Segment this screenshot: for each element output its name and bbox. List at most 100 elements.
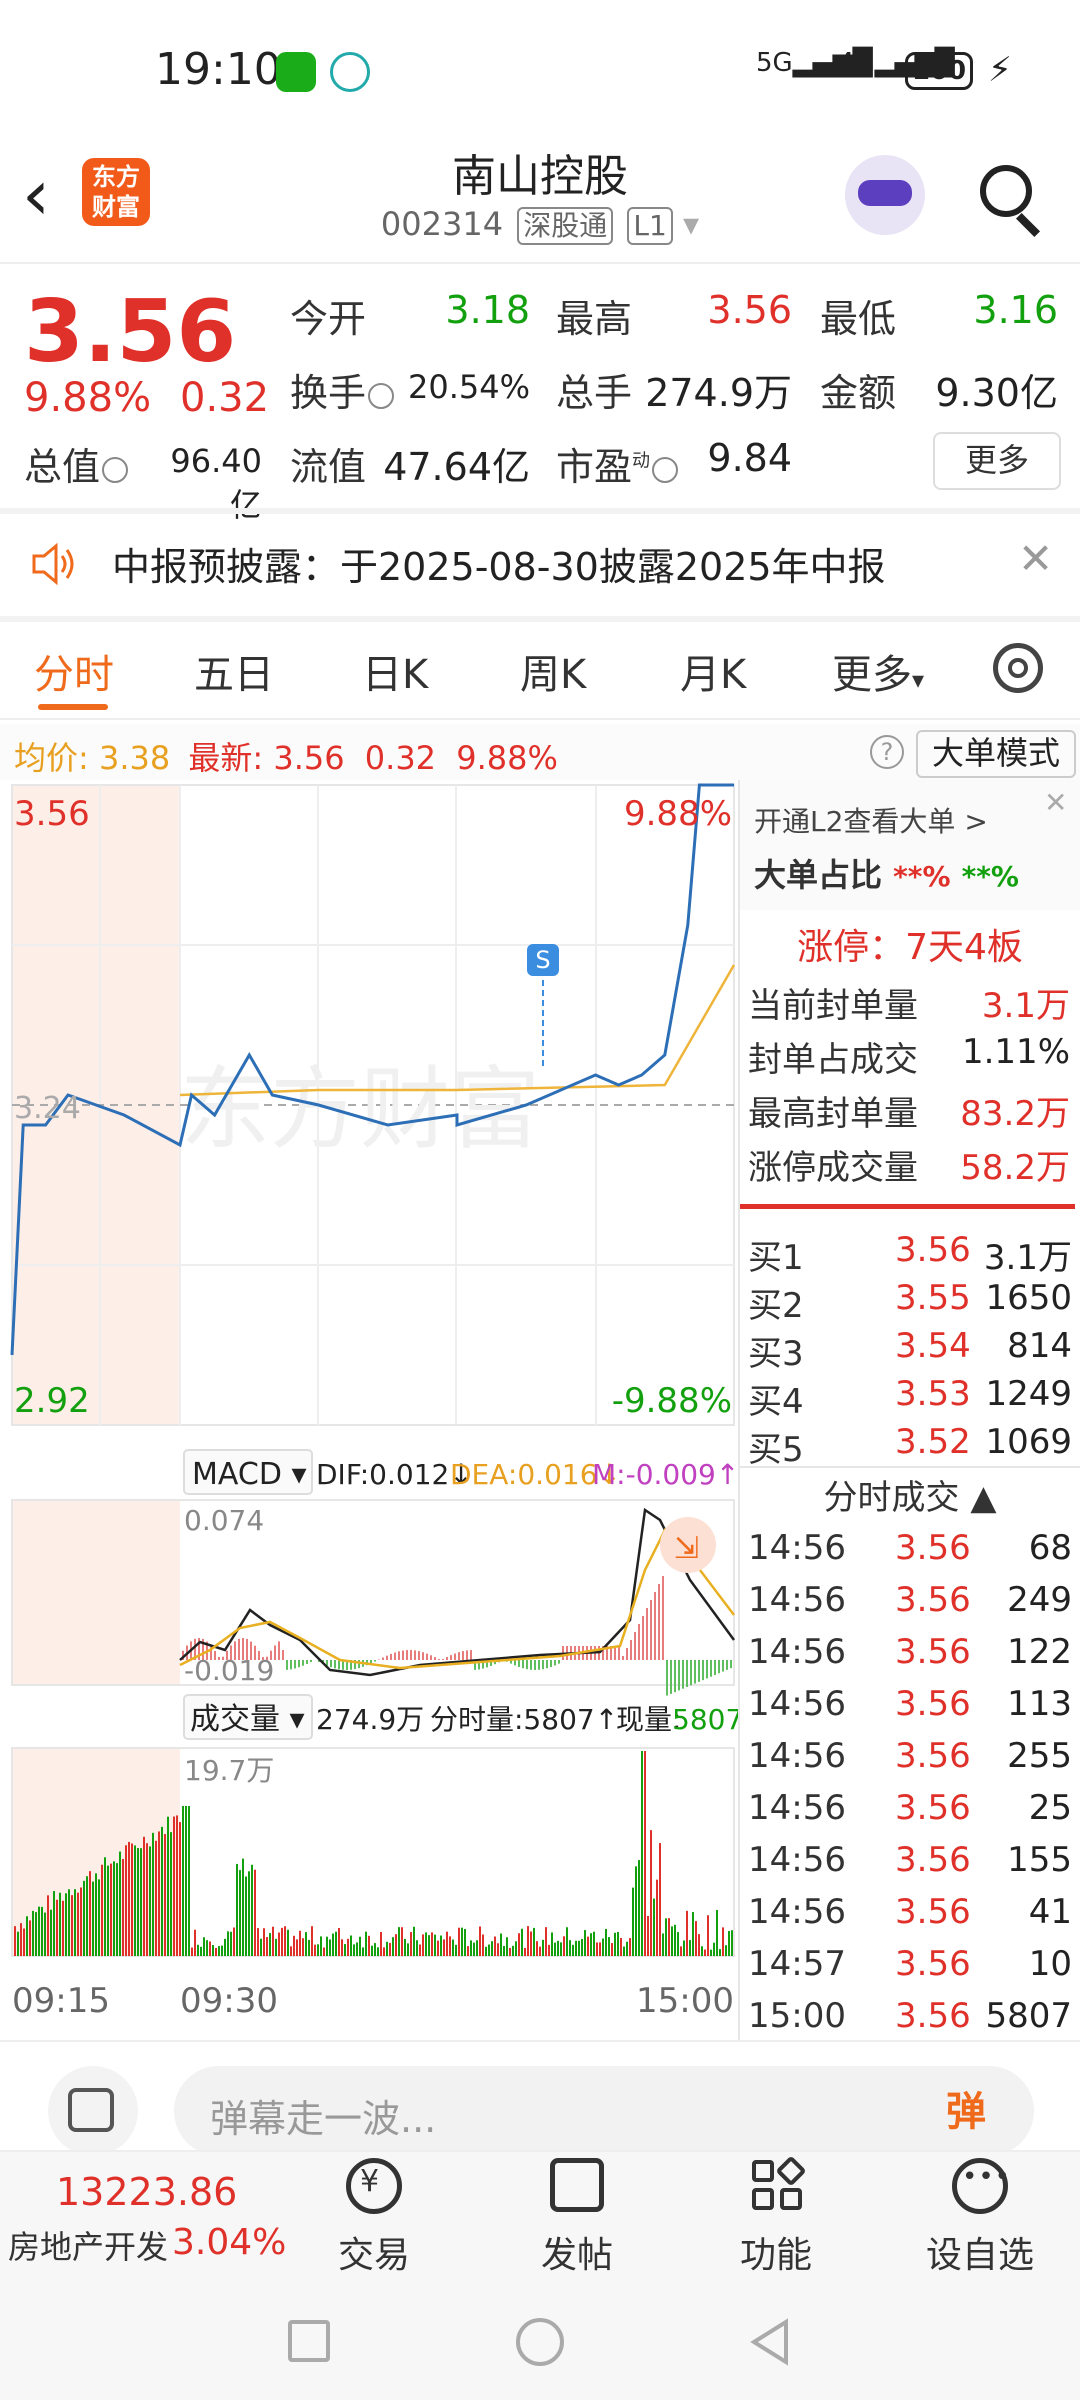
close-icon[interactable]: ✕ xyxy=(1044,786,1067,819)
volume-bar xyxy=(218,1946,220,1956)
big-order-mode-button[interactable]: 大单模式 xyxy=(916,730,1076,778)
volume-bar xyxy=(215,1947,217,1956)
volume-bar xyxy=(326,1936,328,1956)
volume-bar xyxy=(461,1927,463,1956)
volume-bar xyxy=(581,1938,583,1956)
volume-bar xyxy=(221,1945,223,1956)
tick-trades-header[interactable]: 分时成交 ▲ xyxy=(740,1470,1080,1519)
sector-name[interactable]: 房地产开发 xyxy=(8,2222,168,2268)
sector-pct[interactable]: 3.04% xyxy=(172,2222,286,2263)
latest-label: 最新: xyxy=(188,739,264,777)
volume-bar xyxy=(479,1926,481,1956)
volume-bar xyxy=(524,1947,526,1956)
volume-bar xyxy=(578,1940,580,1956)
close-icon[interactable]: ✕ xyxy=(1018,534,1053,583)
tab-weekly-k[interactable]: 周K xyxy=(520,642,586,700)
danmu-toggle[interactable]: 弹 xyxy=(928,2074,1004,2150)
sector-index-value[interactable]: 13223.86 xyxy=(56,2170,237,2214)
volume-bar xyxy=(701,1946,703,1956)
tab-five-day[interactable]: 五日 xyxy=(194,642,274,700)
volume-bar xyxy=(119,1851,121,1956)
macd-bar xyxy=(338,1660,340,1670)
more-button[interactable]: 更多 xyxy=(933,432,1061,490)
amount-label: 金额 xyxy=(820,371,897,415)
macd-bar xyxy=(334,1660,336,1669)
tick-time: 14:56 xyxy=(748,1840,846,1880)
turnover-value: 20.54% xyxy=(408,368,531,406)
volume-bar xyxy=(317,1944,319,1956)
signal-marker[interactable]: S xyxy=(527,944,559,1070)
function-icon[interactable] xyxy=(752,2160,774,2182)
chevron-down-icon: ▾ xyxy=(912,666,925,694)
macd-bar xyxy=(286,1660,288,1670)
volume-bar xyxy=(227,1931,229,1956)
search-icon[interactable] xyxy=(980,165,1032,217)
volume-bar xyxy=(137,1848,139,1956)
volume-bar xyxy=(464,1928,466,1956)
bid-price: 3.56 xyxy=(895,1230,971,1270)
macd-bar xyxy=(550,1660,552,1667)
help-icon[interactable]: ? xyxy=(870,735,904,769)
macd-bar xyxy=(518,1660,520,1667)
volume-bar xyxy=(71,1895,73,1956)
tick-volume: 249 xyxy=(1007,1580,1072,1620)
big-ratio-label: 大单占比 xyxy=(754,856,883,894)
volume-minute: 分时量:5807↑ xyxy=(430,1703,618,1736)
pe-label[interactable]: 市盈动 xyxy=(556,436,679,491)
post-icon[interactable] xyxy=(550,2158,604,2212)
volume-bar xyxy=(251,1864,253,1956)
macd-bar xyxy=(390,1653,392,1660)
nav-function[interactable]: 功能 xyxy=(716,2226,836,2278)
high-value: 3.56 xyxy=(707,288,792,332)
volume-bar xyxy=(278,1932,280,1956)
mcap-label[interactable]: 总值 xyxy=(24,436,129,491)
volume-bar xyxy=(167,1816,169,1956)
volume-bar xyxy=(485,1946,487,1956)
macd-bar xyxy=(470,1650,472,1660)
macd-bar xyxy=(662,1576,664,1660)
tab-daily-k[interactable]: 日K xyxy=(362,642,428,700)
volume-bar xyxy=(392,1937,394,1956)
tab-more[interactable]: 更多▾ xyxy=(832,642,924,700)
volume-bar xyxy=(365,1931,367,1956)
open-l2-link[interactable]: 开通L2查看大单 > xyxy=(754,800,988,840)
volume-bar xyxy=(467,1946,469,1956)
macd-bar xyxy=(298,1660,300,1668)
volume-bar xyxy=(449,1936,451,1956)
tick-price: 3.56 xyxy=(895,1580,971,1620)
bid-price: 3.54 xyxy=(895,1326,971,1366)
tick-volume: 68 xyxy=(1028,1528,1072,1568)
tab-monthly-k[interactable]: 月K xyxy=(680,642,746,700)
volume-bar xyxy=(281,1927,283,1956)
turnover-label[interactable]: 换手 xyxy=(290,362,395,417)
volume-bar xyxy=(257,1928,259,1956)
wechat-icon xyxy=(276,52,316,92)
volume-bar xyxy=(359,1936,361,1956)
macd-bar xyxy=(654,1592,656,1660)
notice-text[interactable]: 中报预披露：于2025-08-30披露2025年中报 xyxy=(112,536,886,591)
back-nav-icon[interactable] xyxy=(748,2318,792,2366)
nav-trade[interactable]: 交易 xyxy=(314,2226,434,2278)
volume-bar xyxy=(47,1895,49,1956)
macd-bar xyxy=(706,1660,708,1679)
nav-add-watchlist[interactable]: 设自选 xyxy=(920,2226,1040,2278)
volume-bar xyxy=(341,1939,343,1956)
nav-post[interactable]: 发帖 xyxy=(517,2226,637,2278)
tick-volume: 41 xyxy=(1028,1892,1072,1932)
tab-intraday[interactable]: 分时 xyxy=(34,642,114,700)
volume-max-label: 19.7万 xyxy=(184,1754,274,1787)
gear-icon-center xyxy=(1008,658,1028,678)
volume-bar xyxy=(107,1865,109,1956)
volume-bar xyxy=(335,1931,337,1956)
volume-bar xyxy=(35,1912,37,1956)
bid-volume: 814 xyxy=(1007,1326,1072,1366)
stat-label: 涨停成交量 xyxy=(748,1148,918,1188)
volume-bar xyxy=(362,1947,364,1956)
open-label: 今开 xyxy=(290,297,367,341)
macd-bar xyxy=(422,1652,424,1660)
volume-bar xyxy=(533,1927,535,1956)
recent-apps-icon[interactable] xyxy=(288,2320,330,2362)
intraday-chart[interactable]: 东方财富 S 3.56 3.24 2.92 9.88% -9.88% MACD … xyxy=(0,780,740,2040)
home-icon[interactable] xyxy=(516,2318,564,2366)
divider xyxy=(0,508,1080,514)
